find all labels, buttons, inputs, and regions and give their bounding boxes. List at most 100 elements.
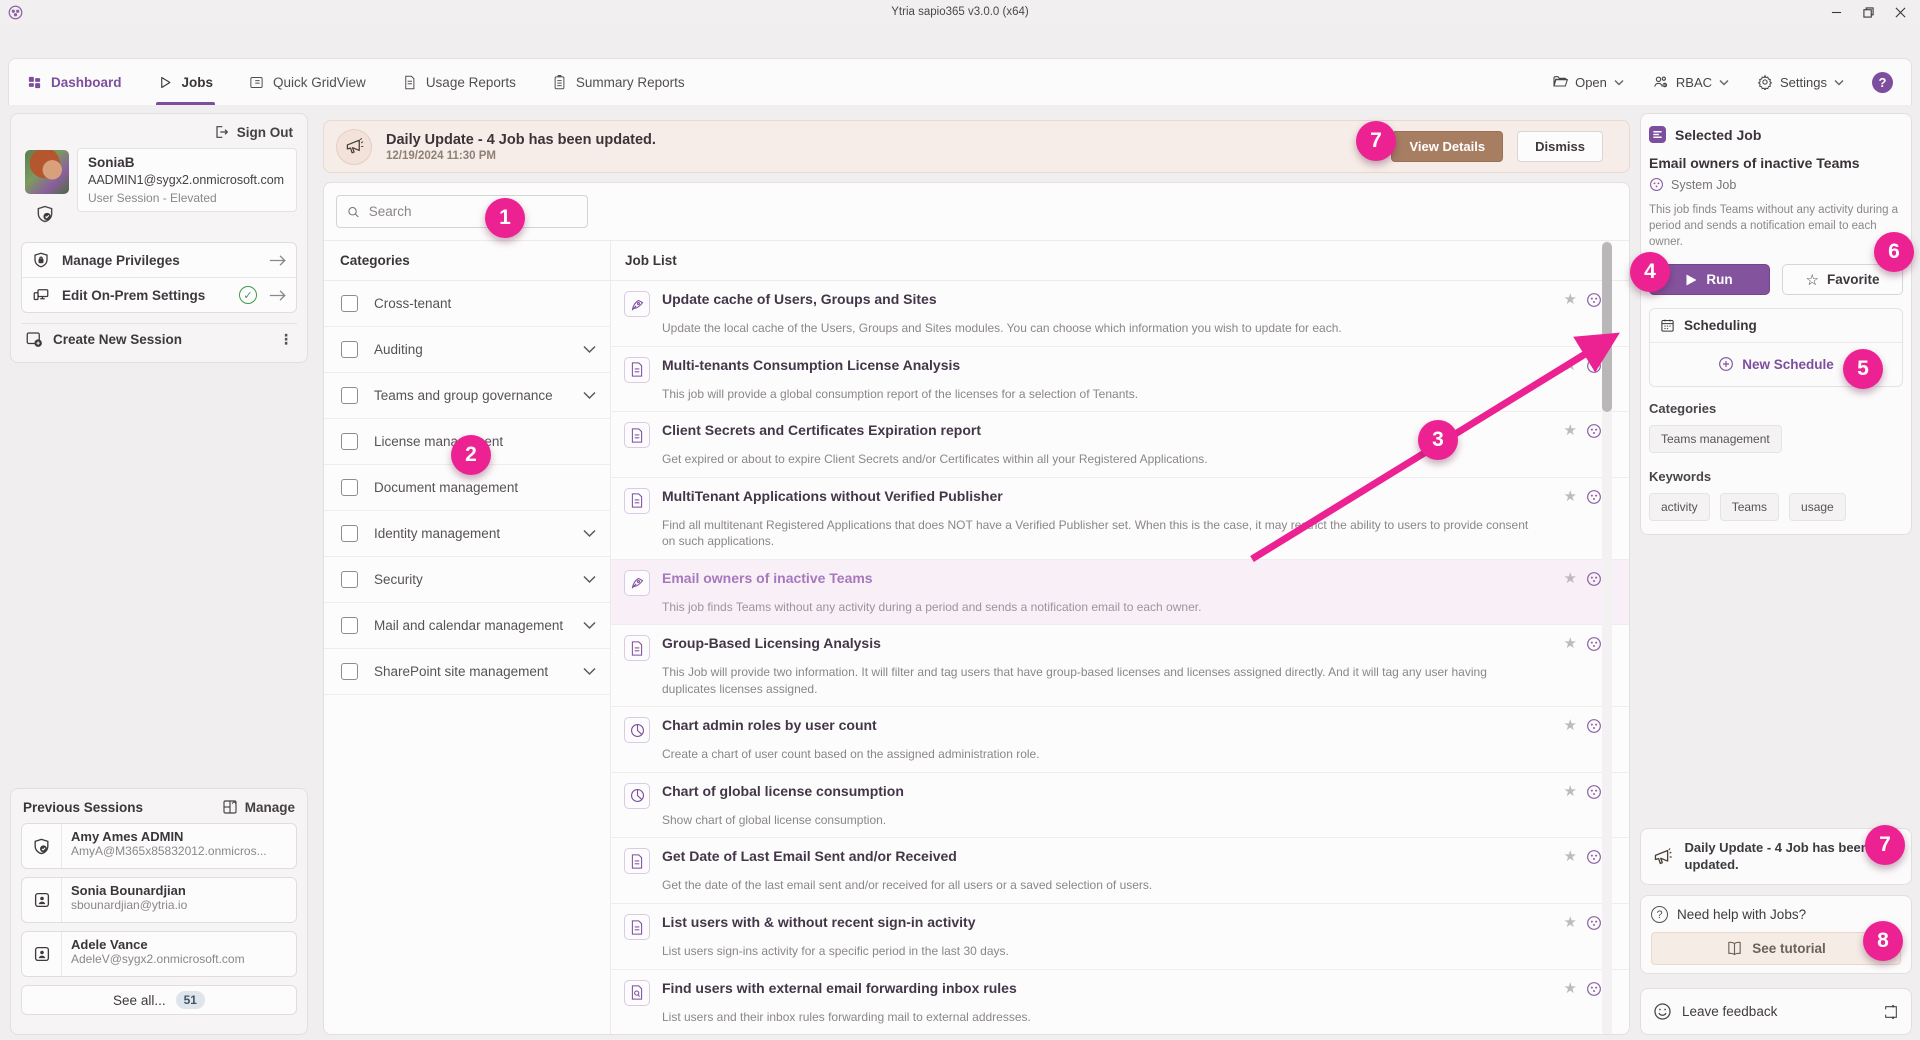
job-row[interactable]: Update cache of Users, Groups and Sites … xyxy=(611,281,1629,347)
job-row[interactable]: Get Date of Last Email Sent and/or Recei… xyxy=(611,838,1629,904)
rbac-menu[interactable]: RBAC xyxy=(1652,74,1729,90)
job-description: This job will provide a global consumpti… xyxy=(662,386,1529,403)
close-button[interactable] xyxy=(1884,0,1916,24)
category-checkbox[interactable] xyxy=(341,387,358,404)
previous-session-item[interactable]: Sonia Bounardjian sbounardjian@ytria.io xyxy=(21,877,297,923)
job-title[interactable]: Multi-tenants Consumption License Analys… xyxy=(662,356,960,373)
favorite-star-icon[interactable]: ★ xyxy=(1564,636,1577,651)
job-title[interactable]: List users with & without recent sign-in… xyxy=(662,913,976,930)
job-title[interactable]: Email owners of inactive Teams xyxy=(662,569,873,586)
job-row[interactable]: Chart of global license consumption Show… xyxy=(611,773,1629,839)
tab-dashboard[interactable]: Dashboard xyxy=(27,59,122,105)
tab-jobs[interactable]: Jobs xyxy=(158,59,214,105)
tab-quick-gridview[interactable]: Quick GridView xyxy=(249,59,366,105)
category-checkbox[interactable] xyxy=(341,525,358,542)
scrollbar-thumb[interactable] xyxy=(1602,242,1612,412)
category-row[interactable]: SharePoint site management xyxy=(324,649,610,695)
create-new-session-button[interactable]: Create New Session ⋮ xyxy=(21,323,297,348)
favorite-star-icon[interactable]: ★ xyxy=(1564,915,1577,930)
search-input[interactable] xyxy=(369,204,577,219)
job-description: List users and their inbox rules forward… xyxy=(662,1009,1529,1026)
job-title[interactable]: Client Secrets and Certificates Expirati… xyxy=(662,421,981,438)
job-row[interactable]: Email owners of inactive Teams This job … xyxy=(611,560,1629,626)
job-title[interactable]: Get Date of Last Email Sent and/or Recei… xyxy=(662,847,957,864)
system-job-badge-icon xyxy=(1586,571,1602,587)
previous-sessions-title: Previous Sessions xyxy=(23,800,143,815)
see-all-sessions-button[interactable]: See all... 51 xyxy=(21,985,297,1015)
job-title[interactable]: Update cache of Users, Groups and Sites xyxy=(662,290,937,307)
open-menu[interactable]: Open xyxy=(1552,74,1624,90)
category-checkbox[interactable] xyxy=(341,341,358,358)
sign-out-button[interactable]: Sign Out xyxy=(21,122,297,148)
category-row[interactable]: Cross-tenant xyxy=(324,281,610,327)
job-list-scrollbar[interactable] xyxy=(1602,241,1612,1035)
chevron-down-icon[interactable] xyxy=(583,575,596,584)
job-title[interactable]: Chart of global license consumption xyxy=(662,782,904,799)
category-row[interactable]: Security xyxy=(324,557,610,603)
job-row[interactable]: Group-Based Licensing Analysis This Job … xyxy=(611,625,1629,707)
category-row[interactable]: Auditing xyxy=(324,327,610,373)
tab-summary-reports[interactable]: Summary Reports xyxy=(552,59,685,105)
manage-sessions-button[interactable]: Manage xyxy=(222,799,295,815)
annotation-badge-6: 6 xyxy=(1874,232,1914,272)
job-title[interactable]: Chart admin roles by user count xyxy=(662,716,877,733)
job-title[interactable]: Group-Based Licensing Analysis xyxy=(662,634,881,651)
restore-button[interactable] xyxy=(1852,0,1884,24)
tab-usage-reports[interactable]: Usage Reports xyxy=(402,59,516,105)
category-checkbox[interactable] xyxy=(341,571,358,588)
chevron-down-icon xyxy=(1834,79,1844,86)
category-row[interactable]: Identity management xyxy=(324,511,610,557)
dismiss-button[interactable]: Dismiss xyxy=(1517,131,1603,162)
favorite-star-icon[interactable]: ★ xyxy=(1564,358,1577,373)
session-name: Sonia Bounardjian xyxy=(71,883,187,898)
job-title[interactable]: Find users with external email forwardin… xyxy=(662,979,1017,996)
chevron-down-icon[interactable] xyxy=(583,529,596,538)
favorite-star-icon[interactable]: ★ xyxy=(1564,292,1577,307)
category-checkbox[interactable] xyxy=(341,295,358,312)
favorite-star-icon[interactable]: ★ xyxy=(1564,571,1577,586)
favorite-star-icon[interactable]: ★ xyxy=(1564,423,1577,438)
chevron-down-icon[interactable] xyxy=(583,621,596,630)
favorite-star-icon[interactable]: ★ xyxy=(1564,784,1577,799)
chevron-down-icon[interactable] xyxy=(583,345,596,354)
favorite-star-icon[interactable]: ★ xyxy=(1564,981,1577,996)
job-description: This job finds Teams without any activit… xyxy=(662,599,1529,616)
job-row[interactable]: List users with & without recent sign-in… xyxy=(611,904,1629,970)
category-row[interactable]: Teams and group governance xyxy=(324,373,610,419)
help-button[interactable]: ? xyxy=(1872,72,1893,93)
edit-onprem-button[interactable]: Edit On-Prem Settings ✓ xyxy=(22,277,296,312)
job-description: Update the local cache of the Users, Gro… xyxy=(662,320,1529,337)
job-title[interactable]: MultiTenant Applications without Verifie… xyxy=(662,487,1003,504)
job-row[interactable]: Multi-tenants Consumption License Analys… xyxy=(611,347,1629,413)
job-description: Create a chart of user count based on th… xyxy=(662,746,1529,763)
favorite-star-icon[interactable]: ★ xyxy=(1564,489,1577,504)
tab-jobs-label: Jobs xyxy=(182,75,214,90)
search-box[interactable] xyxy=(336,195,588,228)
category-row[interactable]: Mail and calendar management xyxy=(324,603,610,649)
expand-icon[interactable] xyxy=(1883,1004,1899,1020)
view-details-button[interactable]: View Details xyxy=(1391,131,1503,162)
category-checkbox[interactable] xyxy=(341,663,358,680)
settings-label: Settings xyxy=(1780,75,1827,90)
previous-session-item[interactable]: Adele Vance AdeleV@sygx2.onmicrosoft.com xyxy=(21,931,297,977)
system-job-label: System Job xyxy=(1671,178,1736,192)
previous-session-item[interactable]: Amy Ames ADMIN AmyA@M365x85832012.onmicr… xyxy=(21,823,297,869)
chevron-down-icon[interactable] xyxy=(583,667,596,676)
job-row[interactable]: Find users with external email forwardin… xyxy=(611,970,1629,1035)
favorite-star-icon[interactable]: ★ xyxy=(1564,849,1577,864)
category-checkbox[interactable] xyxy=(341,433,358,450)
category-checkbox[interactable] xyxy=(341,617,358,634)
job-row[interactable]: Client Secrets and Certificates Expirati… xyxy=(611,412,1629,478)
minimize-button[interactable] xyxy=(1820,0,1852,24)
job-row[interactable]: MultiTenant Applications without Verifie… xyxy=(611,478,1629,560)
settings-menu[interactable]: Settings xyxy=(1757,74,1844,90)
category-checkbox[interactable] xyxy=(341,479,358,496)
manage-privileges-button[interactable]: Manage Privileges xyxy=(22,243,296,277)
feedback-card[interactable]: Leave feedback xyxy=(1640,988,1912,1035)
chevron-down-icon[interactable] xyxy=(583,391,596,400)
doc-icon xyxy=(624,914,650,940)
favorite-star-icon[interactable]: ★ xyxy=(1564,718,1577,733)
session-email: sbounardjian@ytria.io xyxy=(71,898,187,912)
job-row[interactable]: Chart admin roles by user count Create a… xyxy=(611,707,1629,773)
session-kebab-menu[interactable]: ⋮ xyxy=(279,331,293,348)
